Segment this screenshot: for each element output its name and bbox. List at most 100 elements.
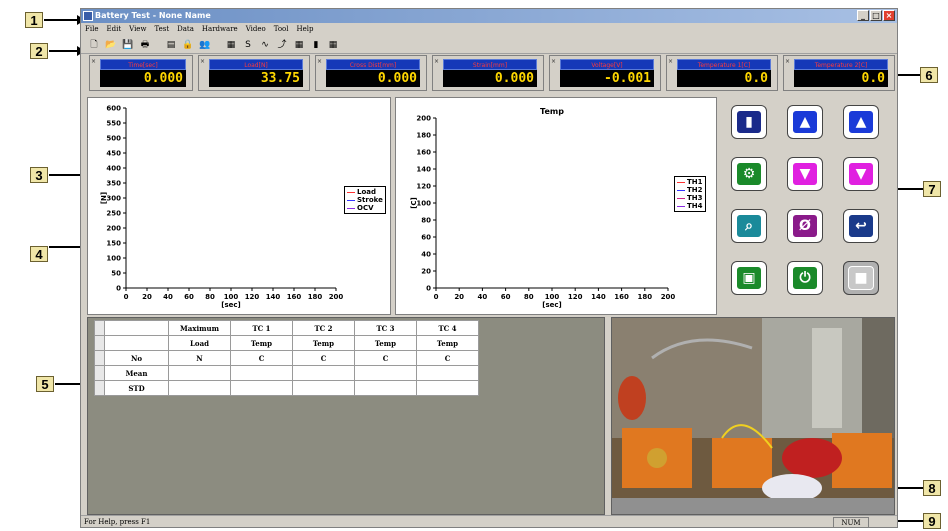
minimize-button[interactable]: _: [857, 10, 869, 21]
up-button[interactable]: ▲: [787, 105, 823, 139]
maximize-button[interactable]: □: [870, 10, 882, 21]
grip-icon[interactable]: ×: [434, 58, 439, 65]
settings-button[interactable]: ⚙: [731, 157, 767, 191]
battery-button[interactable]: ▮: [731, 105, 767, 139]
menu-item-view[interactable]: View: [129, 23, 146, 36]
menu-item-edit[interactable]: Edit: [106, 23, 121, 36]
fast-down-button[interactable]: ▼: [843, 157, 879, 191]
table-icon[interactable]: ▤: [164, 38, 178, 52]
y-tick-label: 150: [106, 240, 121, 248]
subheader-cell: Temp: [354, 335, 417, 351]
chart-icon[interactable]: ▦: [224, 38, 238, 52]
y-tick-label: 250: [106, 210, 121, 218]
x-tick-label: 40: [163, 293, 173, 301]
menu-item-test[interactable]: Test: [154, 23, 169, 36]
camera-view[interactable]: [611, 317, 895, 515]
legend-label: Load: [357, 188, 377, 196]
callout-6: 6: [920, 67, 938, 83]
table-cell[interactable]: [354, 380, 417, 396]
toolbar: 🗋 📂 💾 🖶 ▤ 🔒 👥 ▦ S ∿ ⤴ ▦ ▮ ▦: [81, 36, 897, 54]
subheader-cell: Load: [168, 335, 231, 351]
table-cell[interactable]: [292, 365, 355, 381]
x-tick-label: 160: [614, 293, 629, 301]
table-row: Load Temp Temp Temp Temp: [94, 335, 479, 351]
bar-icon[interactable]: ▮: [309, 38, 323, 52]
callout-9: 9: [923, 513, 941, 529]
grip-icon[interactable]: ×: [317, 58, 322, 65]
table-cell[interactable]: [168, 365, 231, 381]
x-tick-label: 60: [184, 293, 194, 301]
curve-icon[interactable]: ∿: [258, 38, 272, 52]
people-icon[interactable]: 👥: [198, 38, 212, 52]
legend-label: OCV: [357, 204, 374, 212]
lock-icon[interactable]: 🔒: [181, 38, 195, 52]
table-cell[interactable]: [354, 365, 417, 381]
menu-item-video[interactable]: Video: [246, 23, 266, 36]
fast-up-button[interactable]: ▲: [843, 105, 879, 139]
curve2-icon[interactable]: ⤴: [275, 38, 289, 52]
legend-entry: Stroke: [347, 196, 383, 204]
grip-icon[interactable]: ×: [200, 58, 205, 65]
y-tick-label: 450: [106, 150, 121, 158]
table-cell[interactable]: [168, 380, 231, 396]
down-icon: ▼: [792, 162, 818, 186]
x-tick-label: 0: [124, 293, 129, 301]
y-tick-label: 120: [416, 183, 431, 191]
subheader-cell: Temp: [416, 335, 479, 351]
meter-strip: × Time[sec] 0.000 × Load[N] 33.75 × Cross Dis…: [81, 55, 897, 95]
title-bar[interactable]: Battery Test - None Name _ □ ×: [81, 9, 897, 23]
zoom-button[interactable]: ⌕: [731, 209, 767, 243]
grid-icon[interactable]: ▦: [292, 38, 306, 52]
camera-image: [612, 318, 894, 514]
menu-item-file[interactable]: File: [85, 23, 98, 36]
table-row: Maximum TC 1 TC 2 TC 3 TC 4: [94, 320, 479, 336]
table-cell[interactable]: [292, 380, 355, 396]
close-button[interactable]: ×: [883, 10, 895, 21]
table-cell[interactable]: [230, 365, 293, 381]
callout-3: 3: [30, 167, 48, 183]
meter-load: × Load[N] 33.75: [198, 55, 310, 91]
x-tick-label: 80: [524, 293, 534, 301]
grip-icon[interactable]: ×: [91, 58, 96, 65]
record-button[interactable]: ▣: [731, 261, 767, 295]
x-tick-label: 120: [245, 293, 260, 301]
callout-1: 1: [25, 12, 43, 28]
table-cell[interactable]: [416, 380, 479, 396]
grip-icon[interactable]: ×: [785, 58, 790, 65]
grip-icon[interactable]: ×: [668, 58, 673, 65]
menu-item-help[interactable]: Help: [297, 23, 314, 36]
header-cell: TC 1: [230, 320, 293, 336]
table-cell[interactable]: [230, 380, 293, 396]
status-help-text: For Help, press F1: [84, 518, 151, 526]
temp-chart[interactable]: 0 20 40 60 80 100 120 140 160 180 200 0 20 40 60 80 100 1…: [395, 97, 717, 315]
legend-entry: TH4: [677, 202, 703, 210]
app-icon: [83, 11, 93, 21]
legend-label: TH3: [687, 194, 703, 202]
menu-item-data[interactable]: Data: [177, 23, 194, 36]
new-icon[interactable]: 🗋: [87, 38, 101, 52]
grip-icon[interactable]: ×: [551, 58, 556, 65]
calendar-icon[interactable]: ▦: [326, 38, 340, 52]
save-icon[interactable]: 💾: [121, 38, 135, 52]
battery-icon: ▮: [736, 110, 762, 134]
temp-chart-legend: TH1 TH2 TH3 TH4: [674, 176, 706, 212]
print-icon[interactable]: 🖶: [138, 38, 152, 52]
down-button[interactable]: ▼: [787, 157, 823, 191]
header-cell: TC 3: [354, 320, 417, 336]
s-icon[interactable]: S: [241, 38, 255, 52]
return-button[interactable]: ↩: [843, 209, 879, 243]
legend-label: TH2: [687, 186, 703, 194]
meter-label: Cross Dist[mm]: [326, 59, 420, 70]
zero-button[interactable]: Ø: [787, 209, 823, 243]
x-axis-label: [sec]: [221, 301, 240, 309]
menu-item-hardware[interactable]: Hardware: [202, 23, 238, 36]
menu-item-tool[interactable]: Tool: [274, 23, 289, 36]
power-button[interactable]: ⏻: [787, 261, 823, 295]
meter-temp1: × Temperature 1[C] 0.0: [666, 55, 778, 91]
open-icon[interactable]: 📂: [104, 38, 118, 52]
meter-label: Voltage[V]: [560, 59, 654, 70]
load-chart[interactable]: 0 50 100 150 200 250 300 350 400 450 500 550 600 0 20 4…: [87, 97, 391, 315]
x-tick-label: 140: [591, 293, 606, 301]
table-cell[interactable]: [416, 365, 479, 381]
stop-button[interactable]: ■: [843, 261, 879, 295]
